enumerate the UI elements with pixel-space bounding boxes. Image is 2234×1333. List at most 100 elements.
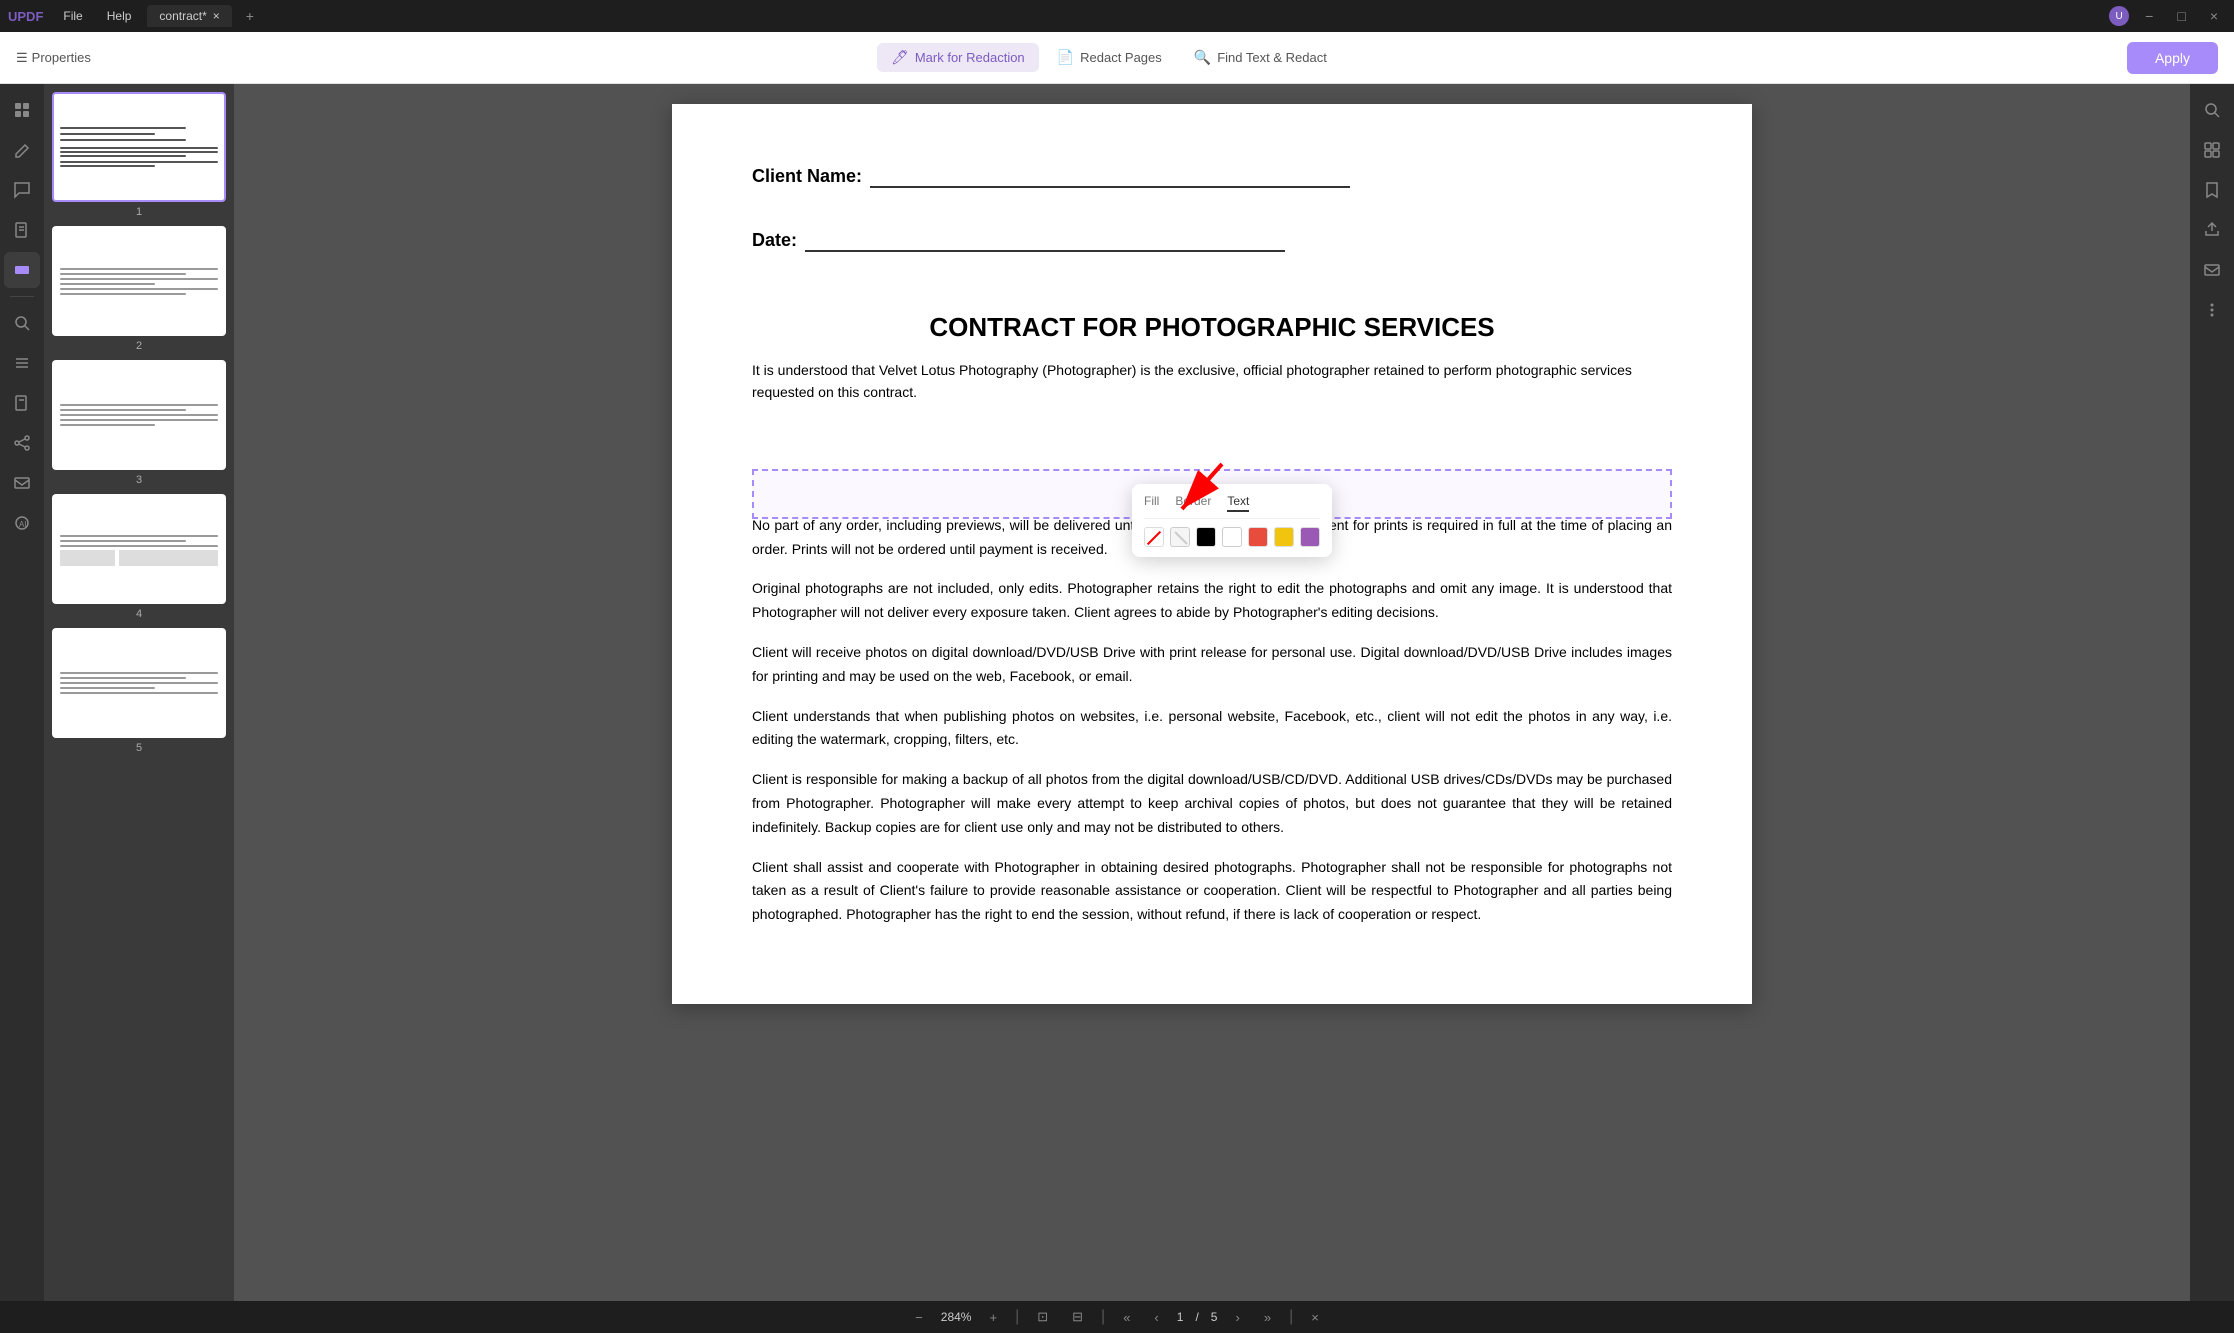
thumbnail-1[interactable]: 1: [52, 92, 226, 218]
tab-close-icon[interactable]: ×: [213, 9, 220, 23]
thumbnail-img-4: [52, 494, 226, 604]
right-sidebar-more[interactable]: [2194, 292, 2230, 328]
new-tab-button[interactable]: +: [240, 8, 260, 24]
bottom-close-button[interactable]: ×: [1305, 1308, 1325, 1327]
toolbar-right: Apply: [2127, 42, 2218, 74]
right-sidebar-bookmark[interactable]: [2194, 172, 2230, 208]
close-button[interactable]: ×: [2202, 6, 2226, 26]
thumbnail-img-5: [52, 628, 226, 738]
menu-file[interactable]: File: [55, 7, 90, 25]
window-controls: U − □ ×: [2109, 6, 2226, 26]
sidebar-icon-extract[interactable]: [4, 385, 40, 421]
tab-label: contract*: [159, 9, 206, 23]
maximize-button[interactable]: □: [2169, 6, 2193, 26]
redact-pages-icon: 📄: [1057, 49, 1074, 66]
date-row: Date:: [752, 228, 1672, 252]
paragraph-3: Client will receive photos on digital do…: [752, 641, 1672, 689]
thumbnail-img-1: [52, 92, 226, 202]
paragraph-5: Client is responsible for making a backu…: [752, 768, 1672, 839]
document-page: Client Name: Date: CONTRACT FOR PHOTOGRA…: [672, 104, 1752, 1004]
last-page-button[interactable]: »: [1258, 1308, 1277, 1327]
next-page-button[interactable]: ›: [1229, 1308, 1245, 1327]
svg-text:AI: AI: [19, 520, 27, 529]
redaction-arrow: [1152, 454, 1232, 539]
user-avatar[interactable]: U: [2109, 6, 2129, 26]
content-area: Client Name: Date: CONTRACT FOR PHOTOGRA…: [234, 84, 2190, 1301]
mark-for-redaction-label: Mark for Redaction: [915, 50, 1025, 65]
document-title: CONTRACT FOR PHOTOGRAPHIC SERVICES: [752, 312, 1672, 343]
right-sidebar-mail[interactable]: [2194, 252, 2230, 288]
sidebar-icon-thumbnail[interactable]: [4, 92, 40, 128]
right-sidebar-grid[interactable]: [2194, 132, 2230, 168]
sidebar-icon-ai[interactable]: AI: [4, 505, 40, 541]
find-text-redact-button[interactable]: 🔍 Find Text & Redact: [1180, 43, 1341, 72]
client-name-label: Client Name:: [752, 166, 862, 187]
page-separator: /: [1195, 1310, 1198, 1324]
redact-pages-button[interactable]: 📄 Redact Pages: [1043, 43, 1176, 72]
menu-help[interactable]: Help: [99, 7, 140, 25]
fit-width-button[interactable]: ⊟: [1066, 1307, 1089, 1327]
thumbnail-img-2: [52, 226, 226, 336]
paragraphs: No part of any order, including previews…: [752, 514, 1672, 927]
app-logo: UPDF: [8, 9, 43, 24]
sidebar-icon-annotate[interactable]: [4, 132, 40, 168]
fit-page-button[interactable]: ⊡: [1031, 1307, 1054, 1327]
toolbar-center: 🖊 Mark for Redaction 📄 Redact Pages 🔍 Fi…: [95, 43, 2123, 72]
sidebar-icon-email[interactable]: [4, 465, 40, 501]
swatch-purple[interactable]: [1300, 527, 1320, 547]
client-name-line[interactable]: [870, 164, 1350, 188]
bottom-divider-1: |: [1015, 1308, 1019, 1326]
thumbnail-label-2: 2: [52, 340, 226, 352]
zoom-in-button[interactable]: +: [983, 1308, 1003, 1327]
main-layout: AI 1: [0, 84, 2234, 1301]
mark-for-redaction-button[interactable]: 🖊 Mark for Redaction: [877, 43, 1039, 72]
active-tab[interactable]: contract* ×: [147, 5, 231, 27]
paragraph-6: Client shall assist and cooperate with P…: [752, 856, 1672, 927]
right-sidebar-upload[interactable]: [2194, 212, 2230, 248]
left-sidebar: AI: [0, 84, 44, 1301]
zoom-level-display: 284%: [941, 1310, 972, 1324]
titlebar: UPDF File Help contract* × + U − □ ×: [0, 0, 2234, 32]
swatch-red[interactable]: [1248, 527, 1268, 547]
properties-button[interactable]: ☰ Properties: [16, 50, 91, 66]
zoom-out-button[interactable]: −: [909, 1308, 929, 1327]
toolbar: ☰ Properties 🖊 Mark for Redaction 📄 Reda…: [0, 32, 2234, 84]
redact-pages-label: Redact Pages: [1080, 50, 1162, 65]
sidebar-icon-organize[interactable]: [4, 345, 40, 381]
paragraph-4: Client understands that when publishing …: [752, 705, 1672, 753]
prev-page-button[interactable]: ‹: [1148, 1308, 1164, 1327]
properties-icon: ☰: [16, 50, 28, 66]
thumbnail-panel: 1 2: [44, 84, 234, 1301]
thumbnail-label-4: 4: [52, 608, 226, 620]
sidebar-icon-share[interactable]: [4, 425, 40, 461]
thumbnail-4[interactable]: 4: [52, 494, 226, 620]
mark-redaction-icon: 🖊: [891, 49, 909, 66]
sidebar-icon-pages[interactable]: [4, 212, 40, 248]
toolbar-left: ☰ Properties: [16, 50, 91, 66]
right-sidebar: [2190, 84, 2234, 1301]
bottom-bar: − 284% + | ⊡ ⊟ | « ‹ 1 / 5 › » | ×: [0, 1301, 2234, 1333]
sidebar-icon-search[interactable]: [4, 305, 40, 341]
thumbnail-3[interactable]: 3: [52, 360, 226, 486]
first-page-button[interactable]: «: [1117, 1308, 1136, 1327]
document-intro: It is understood that Velvet Lotus Photo…: [752, 359, 1672, 404]
find-text-redact-label: Find Text & Redact: [1217, 50, 1327, 65]
date-line[interactable]: [805, 228, 1285, 252]
swatch-yellow[interactable]: [1274, 527, 1294, 547]
thumbnail-label-3: 3: [52, 474, 226, 486]
date-label: Date:: [752, 230, 797, 251]
sidebar-icon-redact[interactable]: [4, 252, 40, 288]
thumbnail-2[interactable]: 2: [52, 226, 226, 352]
thumbnail-img-3: [52, 360, 226, 470]
client-name-row: Client Name:: [752, 164, 1672, 188]
bottom-divider-2: |: [1101, 1308, 1105, 1326]
bottom-divider-3: |: [1289, 1308, 1293, 1326]
right-sidebar-search[interactable]: [2194, 92, 2230, 128]
apply-button[interactable]: Apply: [2127, 42, 2218, 74]
minimize-button[interactable]: −: [2137, 6, 2161, 26]
sidebar-icon-comment[interactable]: [4, 172, 40, 208]
properties-label: Properties: [32, 50, 91, 65]
thumbnail-5[interactable]: 5: [52, 628, 226, 754]
thumbnail-label-1: 1: [52, 206, 226, 218]
find-text-icon: 🔍: [1194, 49, 1211, 66]
